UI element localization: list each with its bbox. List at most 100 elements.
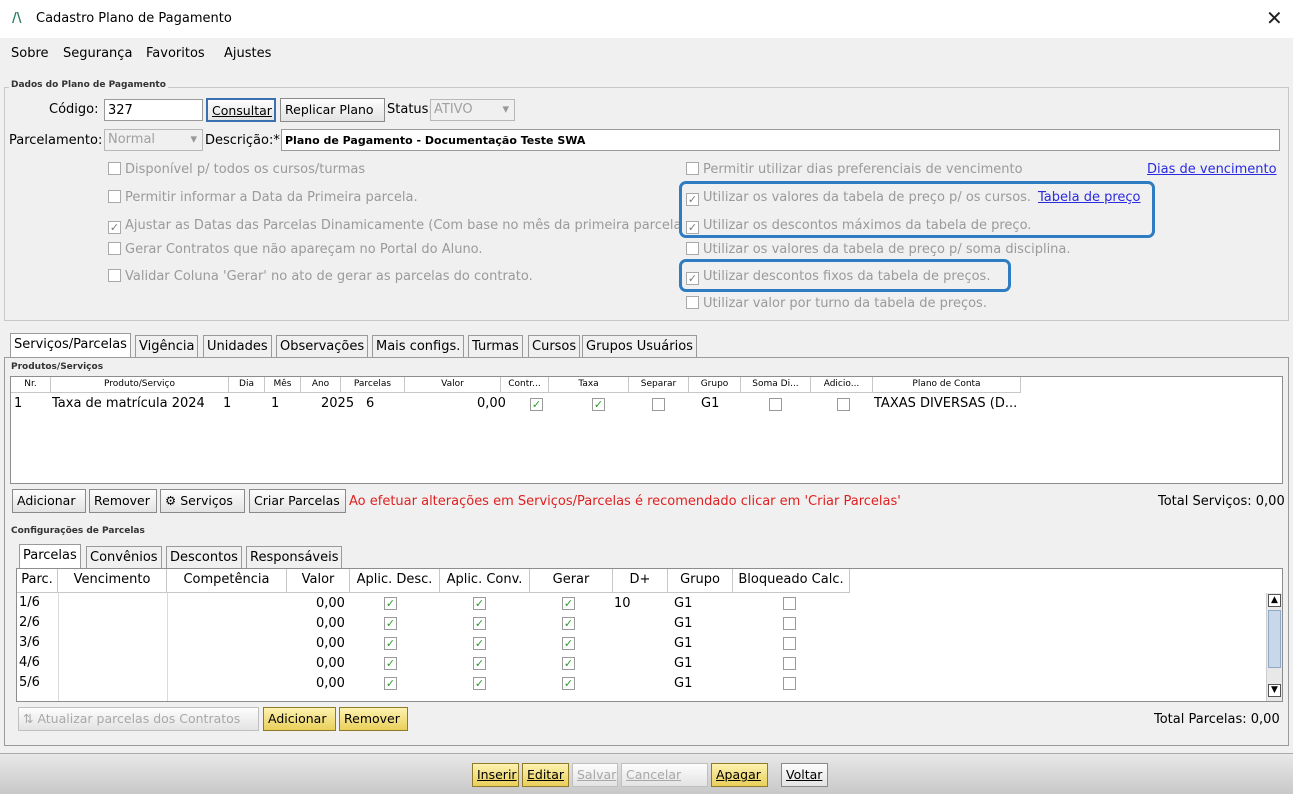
remover-servico-button[interactable]: Remover <box>89 489 157 513</box>
checkbox-checked[interactable]: ✓ <box>108 221 121 234</box>
col-header[interactable]: Produto/Serviço <box>51 377 229 393</box>
col-header[interactable]: Aplic. Desc. <box>350 569 440 593</box>
menu-favoritos[interactable]: Favoritos <box>146 46 205 61</box>
remover-parcela-button[interactable]: Remover <box>339 707 408 731</box>
col-header[interactable]: Valor <box>287 569 350 593</box>
checkbox-checked[interactable]: ✓ <box>562 617 575 630</box>
opt-gerar-contratos[interactable]: Gerar Contratos que não apareçam no Port… <box>108 242 483 257</box>
checkbox-checked[interactable]: ✓ <box>562 637 575 650</box>
table-row[interactable]: 5/6 0,00 ✓ ✓ ✓ G1 <box>17 673 851 693</box>
close-icon[interactable]: ✕ <box>1266 6 1283 30</box>
checkbox-checked[interactable]: ✓ <box>384 597 397 610</box>
inserir-button[interactable]: Inserir <box>472 763 519 787</box>
checkbox[interactable] <box>686 162 699 175</box>
checkbox-checked[interactable]: ✓ <box>473 637 486 650</box>
col-header[interactable]: Parc. <box>17 569 58 593</box>
cancelar-button[interactable]: Cancelar <box>621 763 708 787</box>
adicionar-servico-button[interactable]: Adicionar <box>12 489 86 513</box>
tab-parcelas[interactable]: Parcelas <box>19 544 81 568</box>
col-header[interactable]: Aplic. Conv. <box>440 569 530 593</box>
col-header[interactable]: Valor <box>405 377 501 393</box>
col-header[interactable]: Soma Di... <box>741 377 811 393</box>
checkbox-checked[interactable]: ✓ <box>562 597 575 610</box>
checkbox-checked[interactable]: ✓ <box>384 617 397 630</box>
dias-vencimento-link[interactable]: Dias de vencimento <box>1147 162 1277 177</box>
opt-dias-preferenciais[interactable]: Permitir utilizar dias preferenciais de … <box>686 162 1023 177</box>
checkbox-checked[interactable]: ✓ <box>384 657 397 670</box>
col-header[interactable]: Ano <box>301 377 341 393</box>
table-row[interactable]: 1/6 0,00 ✓ ✓ ✓ 10 G1 <box>17 593 851 613</box>
scroll-up-icon[interactable]: ▲ <box>1268 594 1281 607</box>
checkbox-checked[interactable]: ✓ <box>384 677 397 690</box>
checkbox[interactable] <box>652 398 665 411</box>
col-header[interactable]: Taxa <box>549 377 629 393</box>
produtos-grid[interactable]: Nr. Produto/Serviço Dia Mês Ano Parcelas… <box>10 376 1283 484</box>
col-header[interactable]: Parcelas <box>341 377 405 393</box>
table-row[interactable]: 3/6 0,00 ✓ ✓ ✓ G1 <box>17 633 851 653</box>
criar-parcelas-button[interactable]: Criar Parcelas <box>249 489 346 513</box>
tab-turmas[interactable]: Turmas <box>468 335 523 357</box>
opt-ajustar-datas[interactable]: ✓ Ajustar as Datas das Parcelas Dinamicam… <box>108 218 681 234</box>
servicos-button[interactable]: ⚙ Serviços <box>160 489 245 513</box>
checkbox[interactable] <box>783 657 796 670</box>
scroll-down-icon[interactable]: ▼ <box>1268 684 1281 697</box>
tab-unidades[interactable]: Unidades <box>203 335 272 357</box>
checkbox-checked[interactable]: ✓ <box>473 597 486 610</box>
checkbox[interactable] <box>783 617 796 630</box>
tab-observacoes[interactable]: Observações <box>276 335 369 357</box>
checkbox[interactable] <box>686 242 699 255</box>
scroll-thumb[interactable] <box>1268 610 1281 668</box>
table-row[interactable]: 2/6 0,00 ✓ ✓ ✓ G1 <box>17 613 851 633</box>
menu-seguranca[interactable]: Segurança <box>63 46 132 61</box>
salvar-button[interactable]: Salvar <box>572 763 618 787</box>
col-header[interactable]: Mês <box>265 377 301 393</box>
consultar-button[interactable]: Consultar <box>206 98 276 122</box>
col-header[interactable]: Separar <box>629 377 689 393</box>
checkbox-checked[interactable]: ✓ <box>592 398 605 411</box>
checkbox[interactable] <box>686 296 699 309</box>
checkbox-checked[interactable]: ✓ <box>530 398 543 411</box>
opt-data-primeira[interactable]: Permitir informar a Data da Primeira par… <box>108 190 418 205</box>
col-header[interactable]: Contr... <box>501 377 549 393</box>
atualizar-parcelas-button[interactable]: ⇅ Atualizar parcelas dos Contratos <box>18 707 259 731</box>
adicionar-parcela-button[interactable]: Adicionar <box>263 707 336 731</box>
checkbox-checked[interactable]: ✓ <box>384 637 397 650</box>
col-header[interactable]: Bloqueado Calc. <box>733 569 850 593</box>
checkbox[interactable] <box>108 242 121 255</box>
tab-grupos-usuarios[interactable]: Grupos Usuários <box>582 335 697 357</box>
opt-disponivel[interactable]: Disponível p/ todos os cursos/turmas <box>108 162 365 177</box>
menu-sobre[interactable]: Sobre <box>11 46 49 61</box>
opt-valores-soma[interactable]: Utilizar os valores da tabela de preço p… <box>686 242 1071 257</box>
col-header[interactable]: Competência <box>167 569 287 593</box>
col-header[interactable]: Grupo <box>689 377 741 393</box>
opt-validar-gerar[interactable]: Validar Coluna 'Gerar' no ato de gerar a… <box>108 269 533 284</box>
tab-servicos-parcelas[interactable]: Serviços/Parcelas <box>10 333 131 357</box>
vertical-scrollbar[interactable]: ▲ ▼ <box>1266 593 1282 701</box>
tab-responsaveis[interactable]: Responsáveis <box>246 546 343 568</box>
checkbox[interactable] <box>783 637 796 650</box>
apagar-button[interactable]: Apagar <box>711 763 768 787</box>
checkbox-checked[interactable]: ✓ <box>473 657 486 670</box>
tab-convenios[interactable]: Convênios <box>86 546 162 568</box>
table-row[interactable]: 4/6 0,00 ✓ ✓ ✓ G1 <box>17 653 851 673</box>
checkbox-checked[interactable]: ✓ <box>562 657 575 670</box>
col-header[interactable]: Dia <box>229 377 265 393</box>
checkbox-checked[interactable]: ✓ <box>562 677 575 690</box>
menu-ajustes[interactable]: Ajustes <box>224 46 271 61</box>
tab-descontos[interactable]: Descontos <box>166 546 242 568</box>
parcelamento-select[interactable]: Normal ▾ <box>104 129 203 151</box>
descricao-input[interactable] <box>281 129 1280 151</box>
checkbox[interactable] <box>783 597 796 610</box>
codigo-input[interactable] <box>104 99 203 121</box>
col-header[interactable]: Plano de Conta <box>873 377 1021 393</box>
col-header[interactable]: Gerar <box>530 569 613 593</box>
opt-valor-turno[interactable]: Utilizar valor por turno da tabela de pr… <box>686 296 987 311</box>
checkbox[interactable] <box>783 677 796 690</box>
replicar-plano-button[interactable]: Replicar Plano <box>280 98 385 122</box>
col-header[interactable]: Adicio... <box>811 377 873 393</box>
checkbox[interactable] <box>837 398 850 411</box>
checkbox[interactable] <box>769 398 782 411</box>
tab-mais-configs[interactable]: Mais configs. <box>372 335 465 357</box>
col-header[interactable]: Vencimento <box>58 569 167 593</box>
col-header[interactable]: D+ <box>613 569 668 593</box>
